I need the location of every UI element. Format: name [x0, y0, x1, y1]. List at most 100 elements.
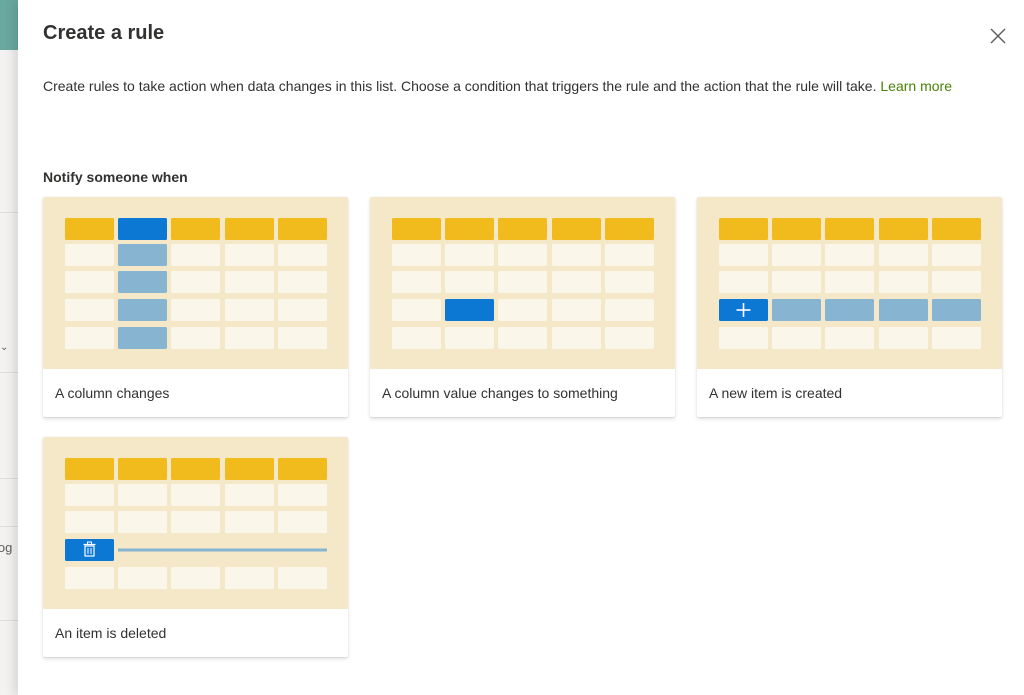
table-header-cell — [225, 218, 274, 240]
background-divider — [0, 620, 18, 621]
card-new-item-created[interactable]: A new item is created — [697, 197, 1002, 417]
table-cell — [278, 567, 327, 589]
table-header-cell — [932, 218, 981, 240]
table-cell — [498, 271, 547, 293]
close-icon — [990, 28, 1006, 44]
table-cell — [825, 327, 874, 349]
background-divider — [0, 212, 18, 213]
table-cell — [65, 484, 114, 506]
card-item-deleted[interactable]: An item is deleted — [43, 437, 348, 657]
table-cell — [932, 271, 981, 293]
table-cell — [392, 271, 441, 293]
table-cell — [932, 244, 981, 266]
table-cell — [879, 271, 928, 293]
card-illustration — [370, 197, 675, 369]
table-cell — [278, 271, 327, 293]
background-text-fragment: log — [0, 540, 13, 555]
table-header-cell — [445, 218, 494, 240]
close-button[interactable] — [986, 24, 1010, 48]
table-cell — [719, 327, 768, 349]
new-row-cell — [932, 299, 981, 321]
card-illustration — [43, 437, 348, 609]
table-cell — [278, 511, 327, 533]
new-item-illustration — [719, 218, 981, 349]
table-cell — [225, 327, 274, 349]
table-cell — [225, 567, 274, 589]
table-cell — [719, 271, 768, 293]
table-cell — [171, 244, 220, 266]
table-cell — [225, 511, 274, 533]
table-header-cell — [225, 458, 274, 480]
table-cell — [118, 567, 167, 589]
card-column-changes[interactable]: A column changes — [43, 197, 348, 417]
table-header-cell — [392, 218, 441, 240]
table-cell — [65, 299, 114, 321]
section-title: Notify someone when — [43, 169, 188, 185]
table-cell — [498, 244, 547, 266]
column-value-changes-illustration — [392, 218, 654, 349]
highlighted-column-cell — [118, 327, 167, 349]
table-cell — [498, 327, 547, 349]
table-header-cell — [171, 218, 220, 240]
table-cell — [552, 244, 601, 266]
table-header-cell — [278, 458, 327, 480]
table-header-cell — [552, 218, 601, 240]
column-changes-illustration — [65, 218, 327, 349]
table-cell — [605, 271, 654, 293]
card-label: A column changes — [55, 385, 170, 401]
table-cell — [772, 271, 821, 293]
table-cell — [171, 511, 220, 533]
table-header-cell — [65, 458, 114, 480]
table-cell — [65, 244, 114, 266]
table-header-cell — [65, 218, 114, 240]
table-cell — [278, 327, 327, 349]
table-cell — [552, 299, 601, 321]
table-cell — [171, 327, 220, 349]
highlighted-header-cell — [118, 218, 167, 240]
table-header-cell — [171, 458, 220, 480]
table-cell — [552, 271, 601, 293]
table-cell — [65, 511, 114, 533]
background-divider — [0, 372, 18, 373]
table-header-cell — [825, 218, 874, 240]
card-column-value-changes[interactable]: A column value changes to something — [370, 197, 675, 417]
table-cell — [605, 299, 654, 321]
table-cell — [879, 244, 928, 266]
table-cell — [225, 271, 274, 293]
table-cell — [605, 327, 654, 349]
table-cell — [278, 484, 327, 506]
table-cell — [118, 511, 167, 533]
create-rule-panel: Create a rule Create rules to take actio… — [18, 0, 1024, 695]
table-cell — [225, 244, 274, 266]
table-header-cell — [498, 218, 547, 240]
description-text: Create rules to take action when data ch… — [43, 78, 877, 94]
table-cell — [65, 327, 114, 349]
background-divider — [0, 478, 18, 479]
new-row-cell — [772, 299, 821, 321]
table-cell — [118, 484, 167, 506]
table-cell — [392, 299, 441, 321]
table-cell — [392, 327, 441, 349]
table-header-cell — [879, 218, 928, 240]
table-header-cell — [118, 458, 167, 480]
learn-more-link[interactable]: Learn more — [880, 78, 952, 94]
table-cell — [605, 244, 654, 266]
card-label: An item is deleted — [55, 625, 167, 641]
background-divider — [0, 526, 18, 527]
table-header-cell — [278, 218, 327, 240]
table-cell — [498, 299, 547, 321]
background-page: ⌄ log — [0, 0, 18, 695]
background-header-strip — [0, 0, 18, 50]
card-illustration — [43, 197, 348, 369]
table-header-cell — [772, 218, 821, 240]
new-row-cell — [879, 299, 928, 321]
highlighted-cell — [445, 299, 494, 321]
table-cell — [171, 484, 220, 506]
table-cell — [278, 299, 327, 321]
table-cell — [825, 271, 874, 293]
new-row-cell — [825, 299, 874, 321]
table-cell — [171, 299, 220, 321]
table-cell — [445, 244, 494, 266]
background-chevron-icon: ⌄ — [0, 342, 9, 353]
table-cell — [278, 244, 327, 266]
